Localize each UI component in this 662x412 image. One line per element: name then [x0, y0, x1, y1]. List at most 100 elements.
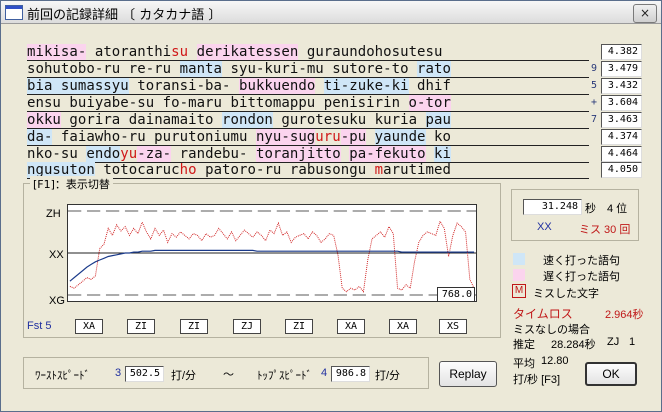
x-category-label: XA: [389, 319, 417, 334]
top-speed-label: ﾄｯﾌﾟｽﾋﾟｰﾄﾞ: [257, 370, 312, 382]
row-marker: 9: [591, 63, 598, 74]
fast-segment: yaunde: [374, 129, 426, 145]
row-marker: +: [591, 97, 598, 108]
typed-line: sohutobo-ru re-ru manta syu-kuri-mu suto…: [27, 61, 589, 79]
text-segment: sohutobo-ru re-ru: [27, 61, 180, 77]
slow-legend-swatch: [513, 269, 525, 281]
text-segment: gurotesuku kuria: [272, 112, 426, 128]
result-time-unit: 秒: [585, 203, 596, 215]
top-speed-value: 986.8: [331, 366, 370, 382]
slow-segment: -pu: [340, 129, 367, 145]
miss-segment: uru: [315, 129, 341, 145]
text-segment: ko: [425, 129, 451, 145]
line-speed: 3.604: [601, 95, 642, 111]
estimate-label: 推定: [513, 339, 535, 351]
text-segment: nko-su: [27, 146, 87, 162]
text-segment: dhif: [408, 78, 451, 94]
close-button[interactable]: ×: [633, 4, 657, 23]
estimate-value: 28.284秒: [551, 339, 596, 351]
worst-speed-label: ﾜｰｽﾄｽﾋﾟｰﾄﾞ: [35, 370, 90, 382]
miss-segment: yu: [120, 146, 138, 162]
x-category-label: ZI: [180, 319, 208, 334]
fast-segment: ti-zuke-ki: [323, 78, 409, 94]
speed-graph[interactable]: [67, 204, 477, 302]
fast-segment: endo: [86, 146, 121, 162]
line-speed: 4.464: [601, 146, 642, 162]
range-tilde: 〜: [223, 369, 234, 381]
fast-legend-swatch: [513, 253, 525, 265]
slow-legend-label: 遅く打った語句: [543, 271, 620, 283]
line-speed: 4.050: [601, 162, 642, 178]
row-marker: 7: [591, 114, 598, 125]
typed-line-text: mikisa- atoranthisu derikatessen guraund…: [27, 44, 443, 61]
worst-speed-value: 502.5: [125, 366, 164, 382]
line-speed: 3.479: [601, 61, 642, 77]
average-unit: 打/秒 [F3]: [513, 374, 561, 386]
text-segment: arutimed: [383, 162, 451, 178]
title-bar[interactable]: 前回の記録詳細 〔 カタカナ語 〕 ×: [1, 1, 661, 24]
text-segment: [188, 44, 196, 60]
text-segment: toransi-ba-: [128, 78, 239, 94]
slow-segment: nyu-sug: [255, 129, 316, 145]
app-icon: [5, 5, 23, 20]
y-label-top: ZH: [46, 208, 61, 220]
fast-segment: bia sumassyu: [27, 78, 129, 94]
text-segment: atoranthi: [86, 44, 172, 60]
result-miss-count: ミス 30 回: [579, 224, 631, 236]
fast-segment: da-: [27, 129, 53, 145]
estimate-rank: 1: [629, 336, 636, 348]
typed-line: okku gorira dainamaito rondon gurotesuku…: [27, 112, 589, 130]
fast-segment: pau: [425, 112, 451, 128]
timeloss-label: タイムロス: [513, 307, 573, 321]
line-speed: 3.432: [601, 78, 642, 94]
typed-line: mikisa- atoranthisu derikatessen guraund…: [27, 44, 589, 62]
y-label-bottom: XG: [49, 295, 65, 307]
graph-toggle-label: [F1]：表示切替: [30, 176, 113, 192]
x-category-label: ZI: [285, 319, 313, 334]
x-category-label: XS: [439, 319, 467, 334]
typed-line: ensu buiyabe-su fo-maru bittomappu penis…: [27, 95, 589, 113]
x-category-label: XA: [337, 319, 365, 334]
line-speed: 3.463: [601, 112, 642, 128]
miss-segment: ho: [179, 162, 197, 178]
line-speed: 4.382: [601, 44, 642, 60]
fast-segment: rato: [417, 61, 451, 77]
line-speed: 4.374: [601, 129, 642, 145]
graph-readout: 768.0: [437, 287, 475, 302]
typed-line: bia sumassyu toransi-ba- bukkuendo ti-zu…: [27, 78, 589, 96]
result-grade: XX: [537, 221, 552, 233]
y-label-mid: XX: [49, 249, 64, 261]
top-speed-unit: 打/分: [375, 370, 401, 382]
typed-line-text: da- faiawho-ru purutoniumu nyu-suguru-pu…: [27, 129, 451, 146]
timeloss-value: 2.964秒: [605, 309, 644, 321]
worst-speed-unit: 打/分: [171, 370, 197, 382]
window-title: 前回の記録詳細 〔 カタカナ語 〕: [27, 8, 222, 23]
fast-legend-label: 速く打った語句: [543, 255, 620, 267]
x-category-label: ZI: [127, 319, 155, 334]
slow-segment: pa-fekuto: [349, 146, 426, 162]
average-label: 平均: [513, 358, 535, 370]
row-marker: 5: [591, 80, 598, 91]
slow-segment: bukkuendo: [238, 78, 316, 94]
x-category-label: XA: [75, 319, 103, 334]
slow-segment: toranjitto: [255, 146, 341, 162]
top-speed-index: 4: [321, 367, 328, 379]
worst-speed-index: 3: [115, 367, 122, 379]
average-value: 12.80: [541, 355, 569, 367]
text-segment: [426, 146, 434, 162]
slow-segment: o-tor: [408, 95, 451, 111]
text-segment: faiawho-ru purutoniumu: [52, 129, 256, 145]
replay-button[interactable]: Replay: [439, 361, 497, 387]
typed-line: da- faiawho-ru purutoniumu nyu-suguru-pu…: [27, 129, 589, 147]
result-rank: 4 位: [607, 203, 628, 215]
text-segment: ensu buiyabe-su fo-maru bittomappu penis…: [27, 95, 409, 111]
ok-button[interactable]: OK: [585, 362, 637, 386]
text-segment: syu-kuri-mu sutore-to: [222, 61, 418, 77]
text-segment: [366, 129, 374, 145]
result-time: 31.248: [523, 199, 582, 215]
x-category-label: ZJ: [233, 319, 261, 334]
slow-segment: derikatessen: [196, 44, 299, 60]
fast-segment: ki: [434, 146, 452, 162]
text-segment: gorira dainamaito: [60, 112, 223, 128]
slow-segment: okku: [27, 112, 61, 128]
